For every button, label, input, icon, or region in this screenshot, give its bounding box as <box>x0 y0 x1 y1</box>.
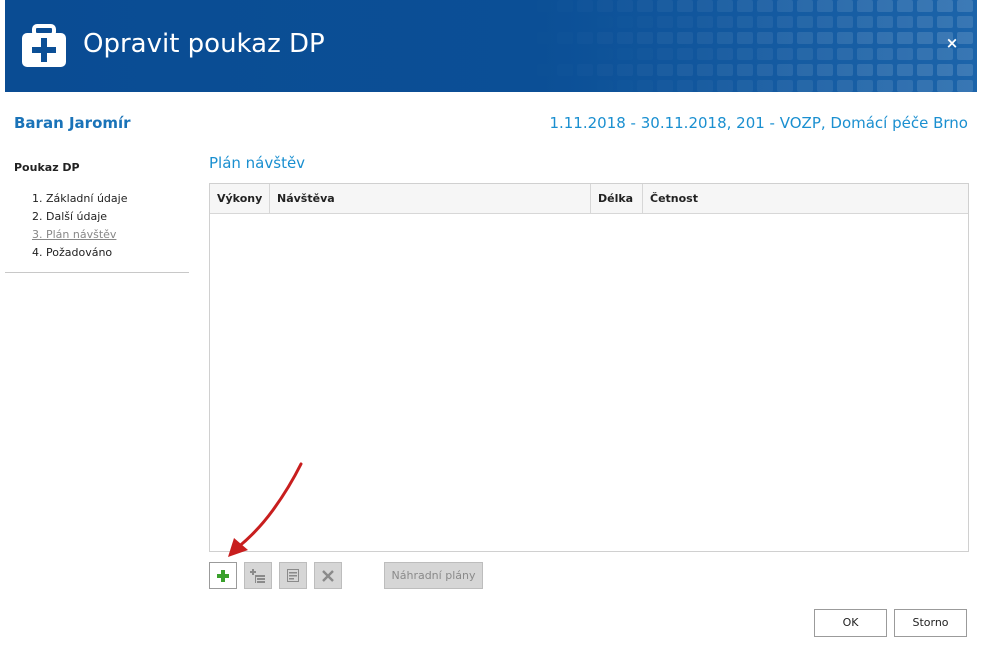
column-header-vykony[interactable]: Výkony <box>210 184 270 213</box>
add-sub-item-button[interactable] <box>244 562 272 589</box>
sidebar-item-other-data[interactable]: 2. Další údaje <box>32 208 127 226</box>
cancel-button[interactable]: Storno <box>894 609 967 637</box>
voucher-period: 1.11.2018 - 30.11.2018, 201 - VOZP, Domá… <box>549 114 968 132</box>
column-header-navsteva[interactable]: Návštěva <box>270 184 591 213</box>
ok-button[interactable]: OK <box>814 609 887 637</box>
add-button[interactable] <box>209 562 237 589</box>
edit-button[interactable] <box>279 562 307 589</box>
dialog-title: Opravit poukaz DP <box>83 29 325 59</box>
annotation-arrow-icon <box>228 462 303 557</box>
header-decoration <box>637 0 973 92</box>
medical-case-icon <box>22 24 66 67</box>
sidebar-nav: 1. Základní údaje 2. Další údaje 3. Plán… <box>32 190 127 262</box>
add-tree-icon <box>250 568 265 583</box>
column-header-delka[interactable]: Délka <box>591 184 643 213</box>
sidebar-divider <box>5 272 189 273</box>
sidebar-item-basic-data[interactable]: 1. Základní údaje <box>32 190 127 208</box>
plus-icon <box>217 569 229 582</box>
visit-plan-table[interactable]: Výkony Návštěva Délka Četnost <box>209 183 969 552</box>
sidebar-title: Poukaz DP <box>14 161 80 174</box>
close-button[interactable]: × <box>941 32 963 54</box>
dialog-header: Opravit poukaz DP × <box>5 0 977 92</box>
patient-name: Baran Jaromír <box>14 114 131 132</box>
table-header: Výkony Návštěva Délka Četnost <box>210 184 968 214</box>
x-icon <box>322 569 334 582</box>
delete-button[interactable] <box>314 562 342 589</box>
column-header-cetnost[interactable]: Četnost <box>643 184 968 213</box>
sidebar-item-requested[interactable]: 4. Požadováno <box>32 244 127 262</box>
sidebar-item-visit-plan[interactable]: 3. Plán návštěv <box>32 226 127 244</box>
alternate-plans-button[interactable]: Náhradní plány <box>384 562 483 589</box>
section-title: Plán návštěv <box>209 154 306 172</box>
edit-icon <box>287 569 299 582</box>
